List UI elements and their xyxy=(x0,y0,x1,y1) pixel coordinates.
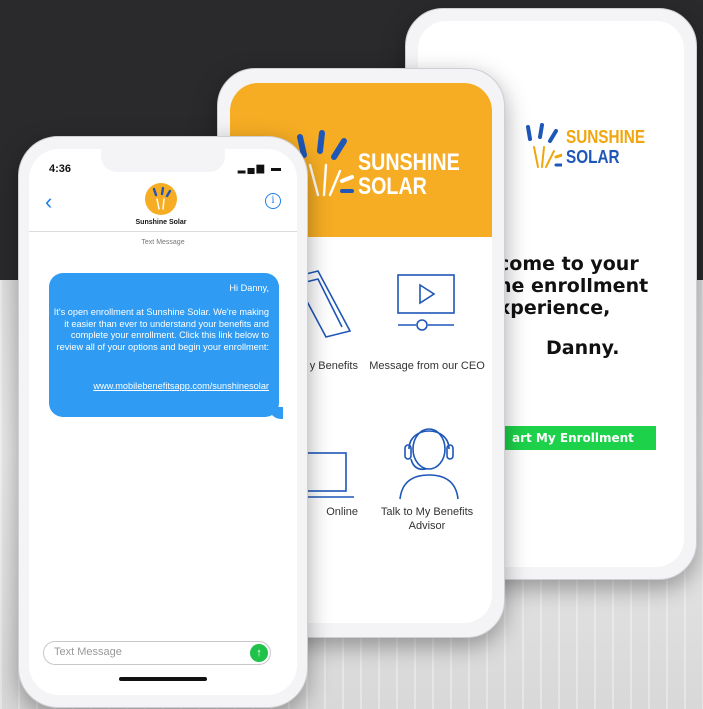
status-time: 4:36 xyxy=(49,163,72,175)
brand-line-1: SUNSHINE xyxy=(566,127,646,147)
bubble-tail xyxy=(269,407,283,419)
status-icons: ▂▄▆ ▬ xyxy=(238,163,283,174)
send-arrow-icon[interactable]: ↑ xyxy=(250,644,268,662)
welcome-line-1: come to your xyxy=(498,253,639,275)
messages-screen: 4:36 ▂▄▆ ▬ ‹ i Sunshine Solar Text Messa… xyxy=(29,149,297,695)
welcome-line-3: xperience, xyxy=(498,297,611,319)
back-chevron-icon[interactable]: ‹ xyxy=(45,191,52,213)
brand-name: SUNSHINE SOLAR xyxy=(566,127,645,167)
welcome-heading: come to your ne enrollment xperience, xyxy=(498,253,684,319)
message-bubble: Hi Danny, It's open enrollment at Sunshi… xyxy=(49,273,279,417)
sunshine-logo-icon xyxy=(526,123,562,168)
thread-label: Text Message xyxy=(141,239,185,246)
battery-icon: ▬ xyxy=(271,163,283,174)
brand-line-1: SUNSHINE xyxy=(358,149,460,176)
start-enrollment-button[interactable]: art My Enrollment xyxy=(498,426,656,450)
sunshine-logo-icon xyxy=(152,186,172,210)
message-compose-field[interactable]: Text Message ↑ xyxy=(43,641,271,665)
enrollment-link[interactable]: www.mobilebenefitsapp.com/sunshinesolar xyxy=(93,381,269,393)
compose-placeholder: Text Message xyxy=(54,646,122,658)
contact-name: Sunshine Solar xyxy=(135,219,187,226)
tile-label: Talk to My Benefits Advisor xyxy=(380,506,474,532)
user-name: Danny. xyxy=(546,337,620,359)
signal-icon: ▂▄▆ xyxy=(237,163,267,174)
message-greeting: Hi Danny, xyxy=(229,283,269,293)
info-icon[interactable]: i xyxy=(265,193,281,209)
phone-messages: 4:36 ▂▄▆ ▬ ‹ i Sunshine Solar Text Messa… xyxy=(18,136,308,708)
tile-benefits-advisor[interactable]: Talk to My Benefits Advisor xyxy=(362,401,492,551)
phone-notch xyxy=(101,149,225,172)
tile-message-ceo[interactable]: Message from our CEO xyxy=(362,243,492,393)
headset-person-icon xyxy=(399,428,459,500)
video-play-icon xyxy=(397,274,455,331)
tile-label: Message from our CEO xyxy=(369,360,485,372)
brand-line-2: SOLAR xyxy=(358,173,427,200)
message-body: It's open enrollment at Sunshine Solar. … xyxy=(53,307,269,352)
welcome-line-2: ne enrollment xyxy=(498,275,649,297)
header-divider xyxy=(29,231,297,232)
brand-name: SUNSHINE SOLAR xyxy=(358,151,460,199)
contact-avatar[interactable] xyxy=(145,183,177,215)
brand-line-2: SOLAR xyxy=(566,147,620,167)
home-indicator[interactable] xyxy=(119,677,207,681)
